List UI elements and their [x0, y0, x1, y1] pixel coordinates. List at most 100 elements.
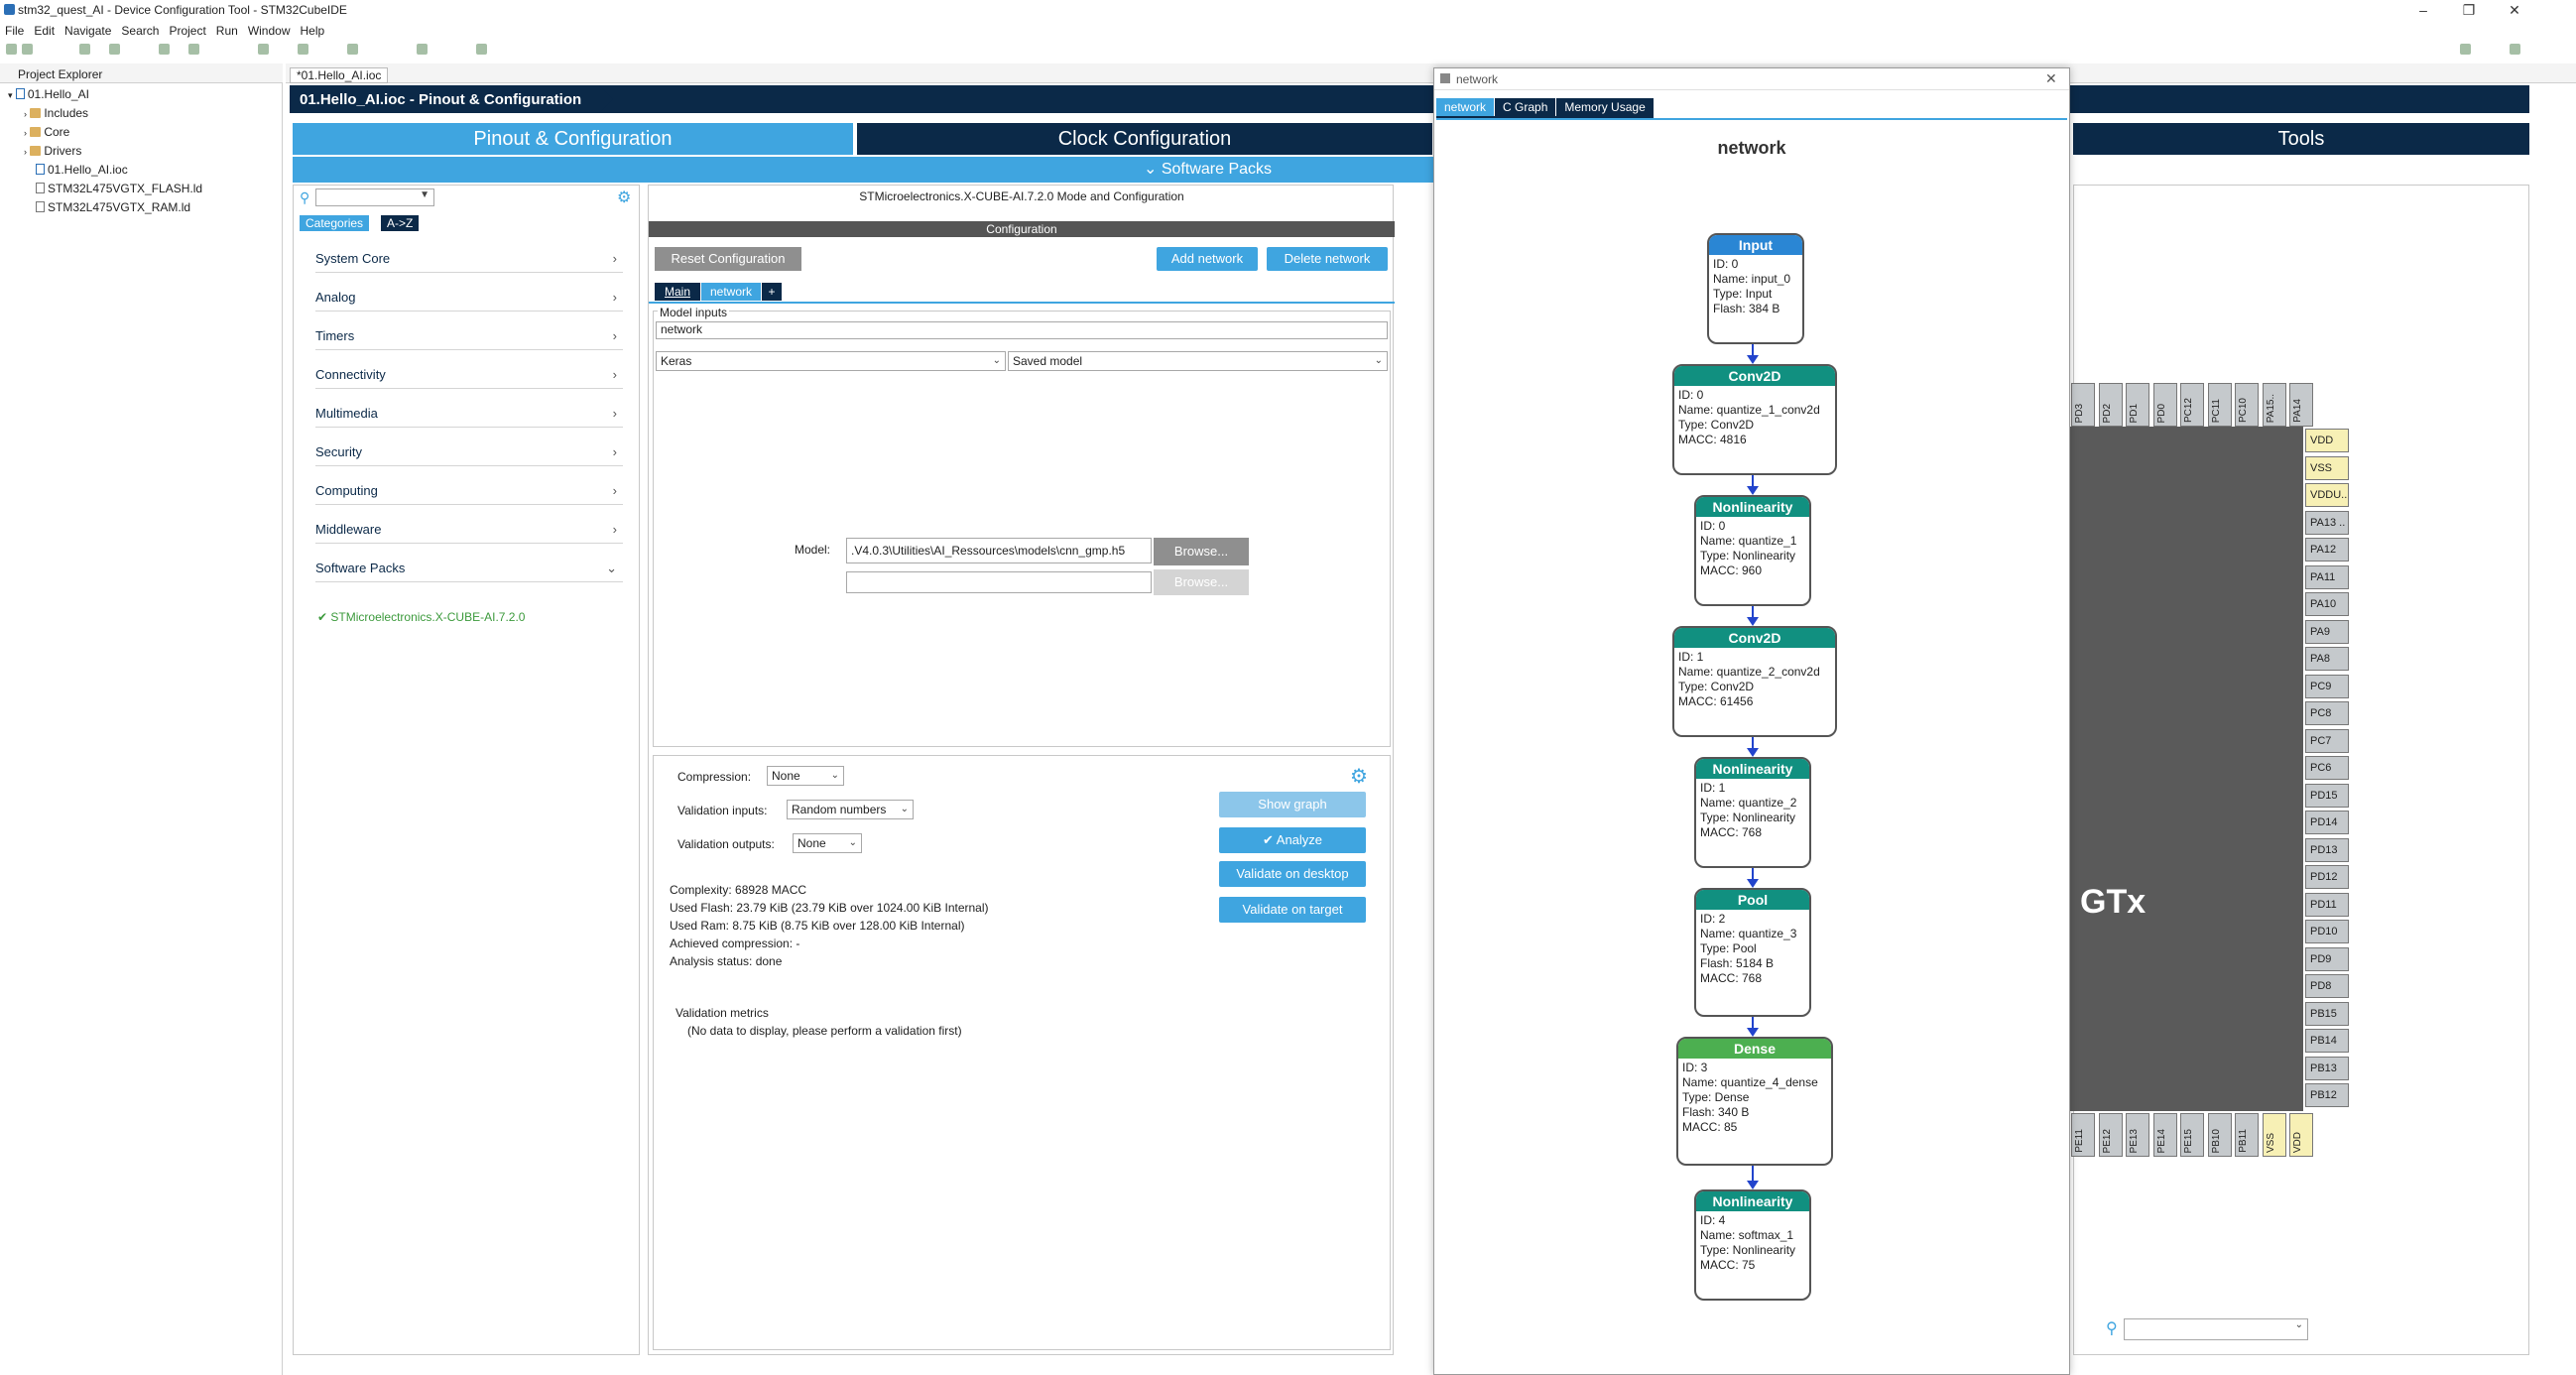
pin[interactable]: PE12 — [2098, 1113, 2123, 1157]
pin[interactable]: PA8 — [2305, 647, 2349, 671]
pin[interactable]: PC11 — [2207, 383, 2232, 427]
pin[interactable]: PD1 — [2126, 383, 2149, 427]
pin[interactable]: VDDU.. — [2305, 483, 2349, 507]
pin[interactable]: VDD — [2305, 429, 2349, 452]
pin-search-select[interactable]: ⌄ — [2124, 1318, 2308, 1340]
graph-node-conv2d[interactable]: Conv2D ID: 0 Name: quantize_1_conv2d Type: … — [1672, 364, 1837, 475]
menu-navigate[interactable]: Navigate — [60, 22, 116, 40]
pin[interactable]: PE15 — [2180, 1113, 2204, 1157]
minimize-icon[interactable]: – — [2400, 0, 2446, 20]
pin[interactable]: PD13 — [2305, 837, 2349, 862]
pin[interactable]: PC6 — [2305, 756, 2349, 780]
perspective-icon[interactable] — [2510, 44, 2520, 55]
graph-node-nonlinearity[interactable]: Nonlinearity ID: 4 Name: softmax_1 Type: No… — [1694, 1189, 1811, 1301]
category-analog[interactable]: Analog › — [315, 284, 623, 312]
tab-clock-configuration[interactable]: Clock Configuration — [857, 123, 1432, 155]
graph-node-conv2d[interactable]: Conv2D ID: 1 Name: quantize_2_conv2d Type: … — [1672, 626, 1837, 737]
close-icon[interactable]: ✕ — [2045, 70, 2057, 87]
reset-configuration-button[interactable]: Reset Configuration — [655, 247, 801, 271]
new-icon[interactable] — [6, 44, 17, 55]
pin[interactable]: PD11 — [2305, 892, 2349, 917]
pin[interactable]: PC10 — [2235, 383, 2259, 427]
pin[interactable]: PB11 — [2235, 1113, 2259, 1157]
pin[interactable]: VSS — [2305, 455, 2349, 480]
software-pack-item[interactable]: ✔ STMicroelectronics.X-CUBE-AI.7.2.0 — [317, 610, 525, 624]
pin[interactable]: PD2 — [2098, 383, 2123, 427]
category-multimedia[interactable]: Multimedia › — [315, 400, 623, 428]
pin[interactable]: PD8 — [2305, 974, 2349, 998]
tab-main[interactable]: Main — [655, 283, 700, 301]
category-connectivity[interactable]: Connectivity › — [315, 361, 623, 389]
pin[interactable]: PD9 — [2305, 946, 2349, 971]
pin[interactable]: PE11 — [2071, 1113, 2095, 1157]
pin[interactable]: VDD — [2289, 1113, 2313, 1157]
graph-node-nonlinearity[interactable]: Nonlinearity ID: 1 Name: quantize_2 Type: N… — [1694, 757, 1811, 868]
build-icon[interactable] — [79, 44, 90, 55]
model-type-select[interactable]: Saved model ⌄ — [1008, 351, 1388, 371]
category-middleware[interactable]: Middleware › — [315, 516, 623, 544]
tab-tools[interactable]: Tools — [2073, 123, 2529, 155]
nav-back-icon[interactable] — [298, 44, 308, 55]
pin[interactable]: PE14 — [2152, 1113, 2177, 1157]
graph-node-input[interactable]: Input ID: 0 Name: input_0 Type: Input Flash:… — [1707, 233, 1804, 344]
restore-icon[interactable]: ❐ — [2446, 0, 2492, 20]
pin[interactable]: PB15 — [2305, 1001, 2349, 1026]
menu-window[interactable]: Window — [243, 22, 296, 40]
pin[interactable]: PA13 .. — [2305, 510, 2349, 535]
category-software-packs[interactable]: Software Packs ⌄ — [315, 555, 623, 582]
gear-icon[interactable]: ⚙ — [1350, 764, 1368, 789]
tool-icon[interactable] — [188, 44, 199, 55]
project-explorer-tab[interactable]: Project Explorer — [0, 63, 283, 83]
add-network-button[interactable]: Add network — [1157, 247, 1258, 271]
editor-tab-ioc[interactable]: *01.Hello_AI.ioc — [290, 67, 389, 83]
tree-file-flash-ld[interactable]: STM32L475VGTX_FLASH.ld — [36, 182, 202, 195]
debug-icon[interactable] — [109, 44, 120, 55]
category-computing[interactable]: Computing › — [315, 477, 623, 505]
menu-help[interactable]: Help — [296, 22, 330, 40]
pin[interactable]: PD14 — [2305, 811, 2349, 834]
tab-network-graph[interactable]: network — [1436, 98, 1495, 116]
show-graph-button[interactable]: Show graph — [1219, 792, 1366, 817]
pin[interactable]: PA12 — [2305, 538, 2349, 562]
browse-weights-button[interactable]: Browse... — [1154, 569, 1249, 595]
pin[interactable]: PB13 — [2305, 1056, 2349, 1080]
validation-inputs-select[interactable]: Random numbers ⌄ — [787, 800, 914, 819]
weights-path-input[interactable] — [846, 571, 1152, 593]
tree-root[interactable]: ▾ 01.Hello_AI — [8, 87, 89, 101]
category-timers[interactable]: Timers › — [315, 322, 623, 350]
pin[interactable]: PB12 — [2305, 1083, 2349, 1107]
tree-item-core[interactable]: › Core — [24, 125, 69, 139]
pin[interactable]: PA11 — [2305, 564, 2349, 589]
graph-node-nonlinearity[interactable]: Nonlinearity ID: 0 Name: quantize_1 Type: N… — [1694, 495, 1811, 606]
tab-network[interactable]: network — [701, 283, 761, 301]
tree-file-ioc[interactable]: 01.Hello_AI.ioc — [36, 163, 128, 177]
tree-item-includes[interactable]: › Includes — [24, 106, 88, 120]
category-search-select[interactable]: ▼ — [315, 188, 434, 206]
framework-select[interactable]: Keras ⌄ — [656, 351, 1006, 371]
pin[interactable]: PA9 — [2305, 619, 2349, 644]
menu-search[interactable]: Search — [116, 22, 164, 40]
model-path-input[interactable]: .V4.0.3\Utilities\AI_Ressources\models\c… — [846, 538, 1152, 563]
quick-search-icon[interactable] — [2460, 44, 2471, 55]
pin[interactable]: PD15 — [2305, 783, 2349, 808]
pin[interactable]: PE13 — [2126, 1113, 2149, 1157]
undo-icon[interactable] — [417, 44, 428, 55]
pin[interactable]: PA15.. — [2262, 383, 2286, 427]
close-icon[interactable]: ✕ — [2492, 0, 2537, 20]
tab-memory-usage[interactable]: Memory Usage — [1555, 98, 1653, 116]
graph-node-dense[interactable]: Dense ID: 3 Name: quantize_4_dense Type: De… — [1676, 1037, 1833, 1166]
pin[interactable]: PC9 — [2305, 674, 2349, 698]
tree-item-drivers[interactable]: › Drivers — [24, 144, 81, 158]
category-system-core[interactable]: System Core › — [315, 245, 623, 273]
delete-network-button[interactable]: Delete network — [1267, 247, 1388, 271]
menu-run[interactable]: Run — [211, 22, 243, 40]
pin[interactable]: VSS — [2262, 1113, 2286, 1157]
validate-desktop-button[interactable]: Validate on desktop — [1219, 861, 1366, 887]
software-packs-menu[interactable]: ⌄ Software Packs — [1144, 157, 1272, 183]
nav-forward-icon[interactable] — [347, 44, 358, 55]
info-icon[interactable] — [476, 44, 487, 55]
tab-add[interactable]: + — [762, 283, 782, 301]
pin[interactable]: PA10 — [2305, 592, 2349, 616]
pin[interactable]: PD12 — [2305, 865, 2349, 889]
graph-node-pool[interactable]: Pool ID: 2 Name: quantize_3 Type: Pool Flash… — [1694, 888, 1811, 1017]
